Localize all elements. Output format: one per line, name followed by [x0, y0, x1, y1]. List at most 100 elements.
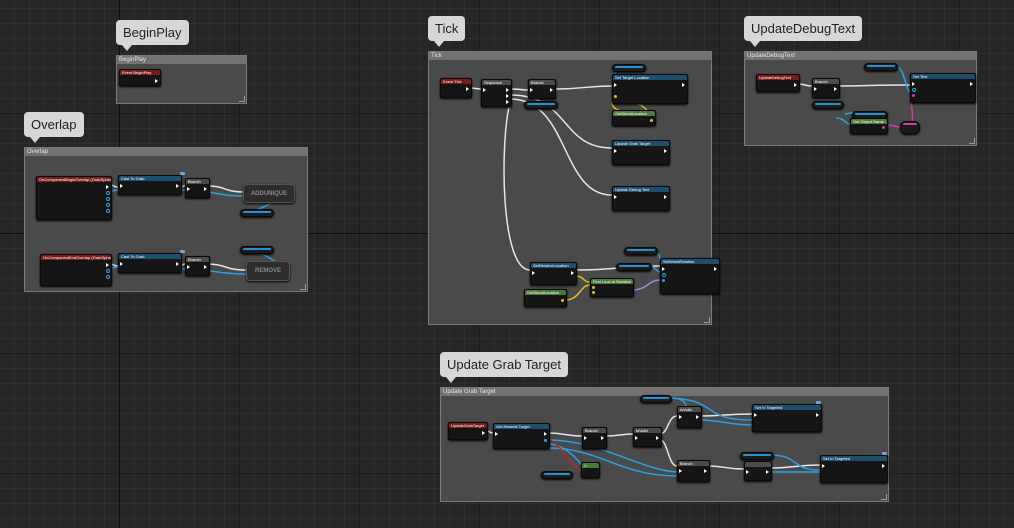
debug-branch-node[interactable]: Branch [812, 78, 840, 98]
event-tick-node[interactable]: Event Tick [440, 78, 472, 98]
grab-notequal-node[interactable]: != [581, 462, 600, 478]
conversion-node[interactable] [900, 121, 920, 134]
grab-valid2-node[interactable]: IsValid [677, 406, 702, 428]
debug-event-node[interactable]: UpdateDebugText [756, 74, 800, 92]
grab-branch2-node[interactable]: Branch [677, 460, 710, 482]
exec-out-pin[interactable] [106, 185, 109, 189]
exec-out-pin[interactable] [601, 436, 604, 440]
sequence-node[interactable]: Sequence [481, 79, 512, 107]
grab-isvalid-node[interactable]: IsValid [633, 427, 662, 447]
exec-in-pin[interactable] [614, 149, 617, 153]
exec-in-pin[interactable] [746, 470, 749, 474]
variable-get-node[interactable] [864, 63, 898, 71]
variable-get-node[interactable] [812, 101, 844, 109]
exec-out-pin[interactable] [656, 436, 659, 440]
exec-in-pin[interactable] [912, 82, 915, 86]
vector-in-pin[interactable] [592, 291, 595, 294]
get-world-location-node[interactable]: GetWorldLocation [612, 110, 656, 126]
add-unique-node[interactable]: ADDUNIQUE [243, 184, 295, 203]
debug-get-name-node[interactable]: Get Object Name [850, 118, 888, 134]
exec-out-pin[interactable] [816, 413, 819, 417]
variable-get-node[interactable] [616, 263, 652, 271]
data-out-pin[interactable] [106, 275, 110, 279]
debug-set-text-node[interactable]: Set Text [910, 73, 976, 103]
set-relative-location-node[interactable]: SetRelativeLocation [530, 262, 577, 285]
exec-in-pin[interactable] [530, 88, 533, 92]
exec-out-pin[interactable] [571, 271, 574, 275]
exec-out-pin[interactable] [204, 187, 207, 191]
exec-out-pin[interactable] [482, 431, 485, 435]
grab-branch-node[interactable]: Branch [582, 427, 607, 449]
data-out-pin[interactable] [106, 191, 110, 195]
exec-out-pin[interactable] [544, 432, 547, 436]
variable-get-node[interactable] [240, 209, 274, 217]
exec-in-pin[interactable] [120, 262, 123, 266]
exec-in-pin[interactable] [532, 271, 535, 275]
data-out-pin[interactable] [106, 203, 110, 207]
tick-get-location-node[interactable]: GetWorldLocation [524, 289, 567, 307]
variable-get-node[interactable] [524, 101, 558, 109]
variable-get-node[interactable] [612, 64, 646, 72]
exec-out-pin[interactable] [550, 88, 553, 92]
target-in-pin[interactable] [662, 273, 666, 277]
grab-event-node[interactable]: UpdateGrabTarget [448, 422, 488, 440]
string-out-pin[interactable] [882, 126, 885, 129]
exec-out-pin[interactable] [204, 265, 207, 269]
exec-out-pin[interactable] [506, 88, 509, 92]
vector-out-pin[interactable] [650, 119, 653, 122]
exec-out-pin[interactable] [794, 83, 797, 87]
vector-in-pin[interactable] [614, 95, 617, 98]
exec-in-pin[interactable] [679, 415, 682, 419]
grab-set2-node[interactable]: Set In Targeted [820, 455, 888, 483]
event-end-overlap-node[interactable]: OnComponentEndOverlap (GrabSphere) [40, 254, 112, 286]
vector-in-pin[interactable] [592, 286, 595, 289]
update-debug-text-call-node[interactable]: Update Debug Text [612, 186, 670, 211]
tick-branch-node[interactable]: Branch [528, 79, 556, 99]
object-out-pin[interactable] [544, 439, 547, 442]
exec-in-pin[interactable] [679, 469, 682, 473]
branch-node-begin[interactable]: Branch [185, 178, 210, 198]
exec-out-pin[interactable] [106, 263, 109, 267]
exec-in-pin[interactable] [662, 267, 665, 271]
text-in-pin[interactable] [912, 94, 915, 97]
exec-out-pin[interactable] [466, 87, 469, 91]
exec-out-pin[interactable] [506, 94, 509, 98]
event-beginplay-node[interactable]: Event BeginPlay [119, 69, 161, 86]
variable-get-node[interactable] [740, 452, 774, 460]
remove-node[interactable]: REMOVE [246, 261, 290, 281]
exec-in-pin[interactable] [814, 87, 817, 91]
data-out-pin[interactable] [106, 197, 110, 201]
exec-out-pin[interactable] [882, 464, 885, 468]
exec-out-pin[interactable] [664, 149, 667, 153]
exec-in-pin[interactable] [822, 464, 825, 468]
variable-get-node[interactable] [640, 395, 672, 403]
grab-set1-node[interactable]: Set In Targeted [752, 404, 822, 432]
cast-node-end[interactable]: Cast To Grab [118, 253, 182, 273]
vector-out-pin[interactable] [561, 299, 564, 302]
set-target-location-node[interactable]: Set Target Location [612, 74, 688, 104]
find-look-at-rotation-node[interactable]: Find Look at Rotation [590, 278, 634, 297]
branch-node-end[interactable]: Branch [185, 256, 210, 276]
exec-out-pin[interactable] [664, 195, 667, 199]
exec-out-pin[interactable] [970, 82, 973, 86]
exec-out-pin[interactable] [155, 79, 158, 83]
exec-out-pin[interactable] [714, 267, 717, 271]
cast-node-begin[interactable]: Cast To Grab [118, 175, 182, 195]
exec-in-pin[interactable] [754, 413, 757, 417]
exec-in-pin[interactable] [187, 265, 190, 269]
exec-in-pin[interactable] [614, 195, 617, 199]
data-out-pin[interactable] [106, 269, 110, 273]
exec-in-pin[interactable] [495, 432, 498, 436]
exec-out-pin[interactable] [176, 184, 179, 188]
variable-get-node[interactable] [240, 246, 274, 254]
exec-in-pin[interactable] [635, 436, 638, 440]
exec-out-pin[interactable] [506, 100, 509, 104]
set-world-rotation-node[interactable]: SetWorldRotation [660, 258, 720, 294]
target-in-pin[interactable] [912, 88, 916, 92]
exec-in-pin[interactable] [120, 184, 123, 188]
exec-out-pin[interactable] [682, 83, 685, 87]
grab-set-branch-node[interactable] [744, 461, 772, 481]
event-begin-overlap-node[interactable]: OnComponentBeginOverlap (GrabSphere) [36, 176, 112, 220]
exec-out-pin[interactable] [176, 262, 179, 266]
variable-get-node[interactable] [624, 247, 658, 255]
